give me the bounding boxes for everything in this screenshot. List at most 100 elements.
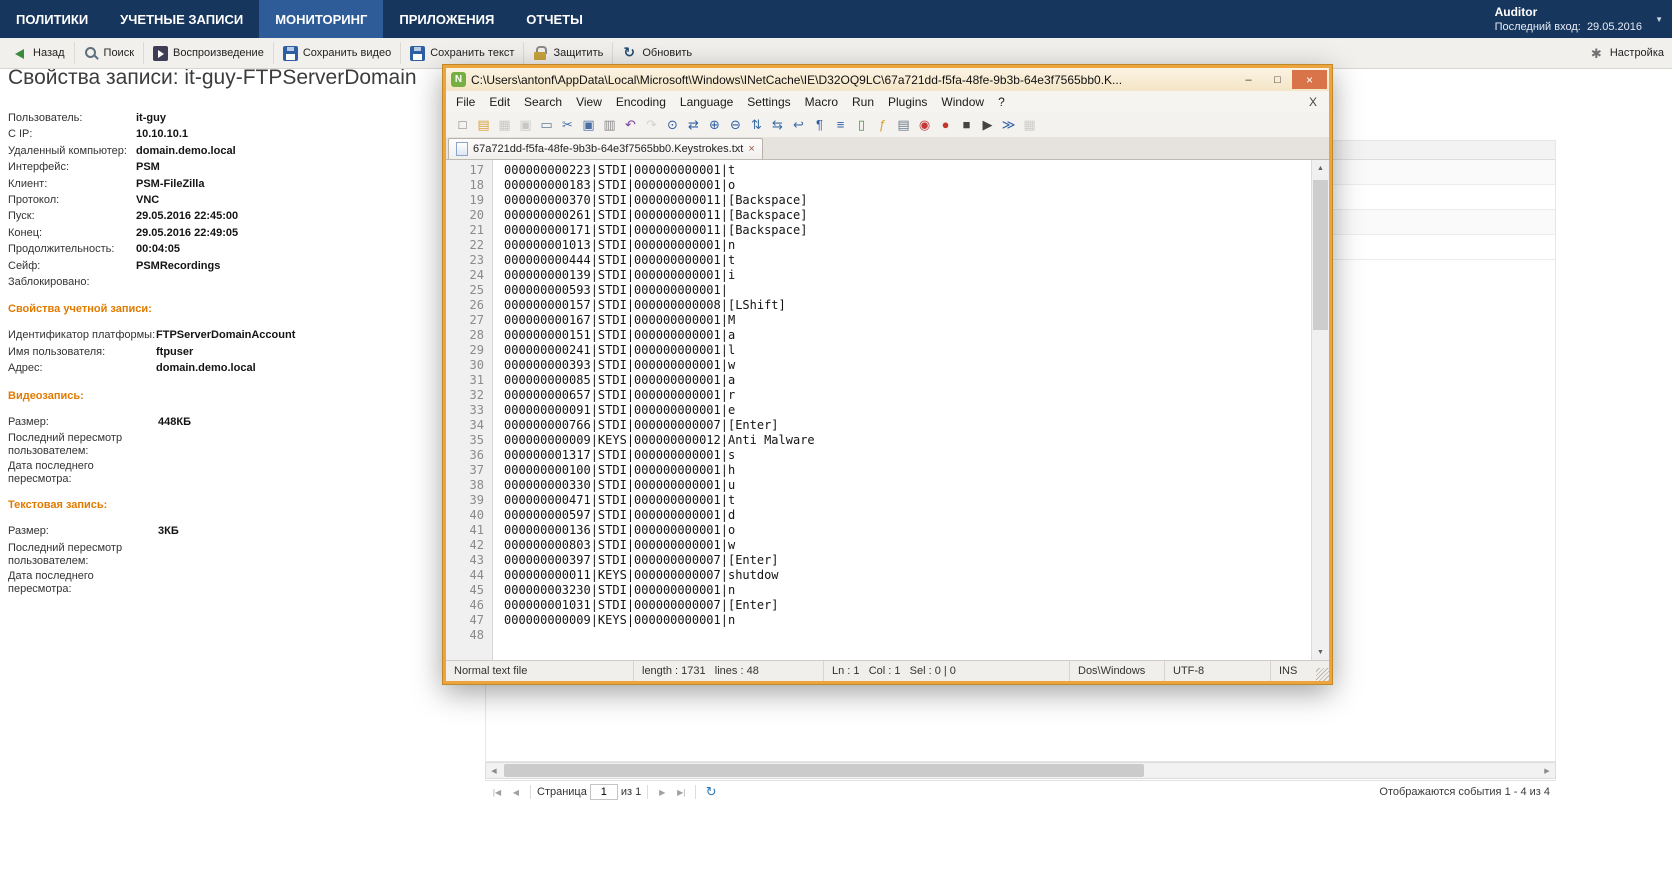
indent-guide-icon[interactable]: ≡ [832, 117, 849, 133]
save-all-icon[interactable]: ▣ [517, 117, 534, 133]
sync-horizontal-icon[interactable]: ⇆ [769, 117, 786, 133]
back-button[interactable]: Назад [4, 42, 74, 64]
property-row: Размер: 3КБ [8, 523, 440, 539]
macro-run-multiple-icon[interactable]: ≫ [1000, 117, 1017, 133]
nav-accounts[interactable]: УЧЕТНЫЕ ЗАПИСИ [104, 0, 259, 38]
line-number: 17 [469, 163, 484, 177]
close-document-icon[interactable]: X [1309, 95, 1329, 109]
redo-icon[interactable]: ↷ [643, 117, 660, 133]
code-line: 35 000000000009|KEYS|000000000012|Anti Ma… [446, 433, 1311, 448]
property-value: it-guy [136, 112, 166, 124]
code-line: 45 000000003230|STDI|000000000001|n [446, 583, 1311, 598]
line-number: 27 [469, 313, 484, 327]
zoom-out-icon[interactable]: ⊖ [727, 117, 744, 133]
macro-stop-icon[interactable]: ■ [958, 117, 975, 133]
macro-save-icon[interactable]: ▦ [1021, 117, 1038, 133]
page-title: Свойства записи: it-guy-FTPServerDomain [8, 66, 417, 89]
menu-item[interactable]: Settings [740, 93, 797, 111]
line-number: 18 [469, 178, 484, 192]
settings-button[interactable]: Настройка [1590, 42, 1664, 64]
scroll-down-icon[interactable]: ▼ [1312, 644, 1329, 660]
line-number: 25 [469, 283, 484, 297]
vertical-scrollbar[interactable]: ▲ ▼ [1311, 160, 1329, 660]
resize-grip[interactable] [1316, 668, 1329, 681]
cut-icon[interactable]: ✂ [559, 117, 576, 133]
zoom-in-icon[interactable]: ⊕ [706, 117, 723, 133]
first-page-button[interactable]: |◀ [489, 784, 505, 800]
property-label: Последний пересмотр пользователем: [8, 432, 123, 458]
macro-record-icon[interactable]: ● [937, 117, 954, 133]
last-page-button[interactable]: ▶| [673, 784, 689, 800]
scrollbar-thumb[interactable] [1313, 180, 1328, 330]
scrollbar-thumb[interactable] [504, 764, 1144, 777]
scroll-right-icon[interactable]: ▶ [1539, 763, 1555, 778]
menu-item[interactable]: Macro [798, 93, 845, 111]
menu-item[interactable]: Window [934, 93, 991, 111]
word-wrap-icon[interactable]: ↩ [790, 117, 807, 133]
folder-workspace-icon[interactable]: ▤ [895, 117, 912, 133]
macro-play-icon[interactable]: ▶ [979, 117, 996, 133]
menu-item[interactable]: Plugins [881, 93, 934, 111]
save-video-button[interactable]: Сохранить видео [272, 42, 400, 64]
line-text: 000000000657|STDI|000000000001|r [504, 388, 736, 402]
prev-page-button[interactable]: ◀ [508, 784, 524, 800]
window-titlebar[interactable]: N C:\Users\antonf\AppData\Local\Microsof… [446, 68, 1329, 91]
menu-item[interactable]: Search [517, 93, 569, 111]
nav-reports[interactable]: ОТЧЕТЫ [510, 0, 599, 38]
refresh-button[interactable]: Обновить [612, 42, 701, 64]
sync-vertical-icon[interactable]: ⇅ [748, 117, 765, 133]
document-tab[interactable]: 67a721dd-f5fa-48fe-9b3b-64e3f7565bb0.Key… [448, 138, 763, 159]
text-editor[interactable]: 17 000000000223|STDI|000000000001|t 18 0000… [446, 160, 1311, 660]
find-icon[interactable]: ⊙ [664, 117, 681, 133]
replace-icon[interactable]: ⇄ [685, 117, 702, 133]
nav-policies[interactable]: ПОЛИТИКИ [0, 0, 104, 38]
copy-icon[interactable]: ▣ [580, 117, 597, 133]
new-file-icon[interactable]: □ [454, 117, 471, 133]
playback-button[interactable]: Воспроизведение [143, 42, 273, 64]
menu-item[interactable]: Run [845, 93, 881, 111]
code-line: 33 000000000091|STDI|000000000001|e [446, 403, 1311, 418]
menu-item[interactable]: ? [991, 93, 1012, 111]
function-list-icon[interactable]: ƒ [874, 117, 891, 133]
line-text: 000000000183|STDI|000000000001|o [504, 178, 736, 192]
paste-icon[interactable]: ▥ [601, 117, 618, 133]
property-label: Заблокировано: [8, 276, 90, 289]
refresh-grid-icon[interactable]: ↻ [702, 784, 720, 800]
property-row: Конец: 29.05.2016 22:49:05 [8, 225, 440, 241]
menu-item[interactable]: File [449, 93, 482, 111]
notepad-app-icon: N [451, 72, 466, 87]
menu-item[interactable]: Edit [482, 93, 517, 111]
chevron-down-icon[interactable]: ▼ [1655, 15, 1663, 24]
save-icon[interactable]: ▦ [496, 117, 513, 133]
print-icon[interactable]: ▭ [538, 117, 555, 133]
search-button[interactable]: Поиск [73, 42, 143, 64]
tab-close-icon[interactable]: × [748, 143, 754, 155]
menu-item[interactable]: Encoding [609, 93, 673, 111]
scroll-left-icon[interactable]: ◀ [486, 763, 502, 778]
code-line: 31 000000000085|STDI|000000000001|a [446, 373, 1311, 388]
document-monitor-icon[interactable]: ◉ [916, 117, 933, 133]
document-map-icon[interactable]: ▯ [853, 117, 870, 133]
maximize-button[interactable]: □ [1263, 70, 1292, 89]
menu-item[interactable]: View [569, 93, 609, 111]
line-text: 000000000009|KEYS|000000000012|Anti Malw… [504, 433, 815, 447]
protect-button[interactable]: Защитить [523, 42, 612, 64]
minimize-button[interactable]: – [1234, 70, 1263, 89]
code-line: 41 000000000136|STDI|000000000001|o [446, 523, 1311, 538]
nav-applications[interactable]: ПРИЛОЖЕНИЯ [383, 0, 510, 38]
page-of-label: из 1 [620, 786, 642, 798]
line-number: 44 [469, 568, 484, 582]
line-number: 31 [469, 373, 484, 387]
save-text-button[interactable]: Сохранить текст [400, 42, 523, 64]
scroll-up-icon[interactable]: ▲ [1312, 160, 1329, 176]
nav-monitoring[interactable]: МОНИТОРИНГ [259, 0, 384, 38]
open-folder-icon[interactable]: ▤ [475, 117, 492, 133]
horizontal-scrollbar[interactable]: ◀ ▶ [485, 762, 1556, 779]
close-button[interactable]: × [1292, 70, 1327, 89]
undo-icon[interactable]: ↶ [622, 117, 639, 133]
show-all-characters-icon[interactable]: ¶ [811, 117, 828, 133]
user-menu[interactable]: Auditor Последний вход: 29.05.2016 ▼ [1495, 0, 1672, 38]
menu-item[interactable]: Language [673, 93, 740, 111]
page-number-input[interactable] [589, 784, 618, 800]
next-page-button[interactable]: ▶ [654, 784, 670, 800]
